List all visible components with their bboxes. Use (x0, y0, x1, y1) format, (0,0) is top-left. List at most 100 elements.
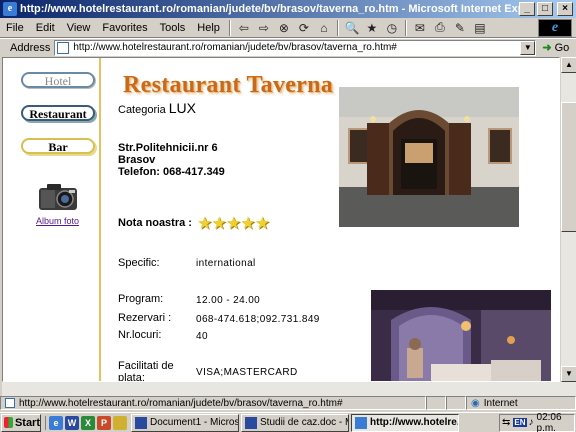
categoria-value: LUX (168, 100, 196, 116)
word-quicklaunch-icon[interactable]: W (65, 415, 79, 430)
menu-favorites[interactable]: Favorites (96, 22, 153, 34)
menu-file[interactable]: File (0, 22, 30, 34)
word-icon (135, 416, 147, 429)
horizontal-scroll-area (2, 382, 576, 396)
system-tray: ⇆ EN ♪ 02:06 p.m. (499, 411, 575, 432)
forward-icon[interactable]: ⇨ (255, 20, 273, 36)
city: Brasov (118, 154, 156, 166)
task-label: Document1 - Microsoft ... (150, 417, 239, 428)
menu-help[interactable]: Help (191, 22, 226, 34)
print-icon[interactable]: ⎙ (431, 20, 449, 36)
specific-label: Specific: (118, 257, 160, 269)
go-button[interactable]: ➜ Go (542, 41, 570, 55)
maximize-button[interactable]: □ (537, 2, 553, 16)
taskbar: Start e W X P Document1 - Microsoft ... … (0, 412, 576, 432)
security-zone: ◉ Internet (466, 396, 576, 410)
vertical-scrollbar[interactable]: ▲ ▼ (560, 57, 576, 382)
restaurant-entrance-photo (339, 87, 519, 227)
window-title: http://www.hotelrestaurant.ro/romanian/j… (20, 3, 519, 15)
program-label: Program: (118, 293, 164, 305)
scroll-thumb[interactable] (561, 102, 576, 232)
address-bar: Address http://www.hotelrestaurant.ro/ro… (0, 38, 576, 56)
powerpoint-quicklaunch-icon[interactable]: P (97, 415, 111, 430)
chevron-down-icon[interactable]: ▼ (520, 40, 536, 55)
ie-icon: e (3, 2, 17, 16)
restaurant-interior-photo (371, 290, 551, 381)
ie-logo-icon: e (538, 19, 572, 37)
stop-icon[interactable]: ⊗ (275, 20, 293, 36)
status-cell (446, 396, 466, 410)
home-icon[interactable]: ⌂ (315, 20, 333, 36)
language-indicator[interactable]: EN (513, 418, 527, 427)
task-browser[interactable]: http://www.hotelre... (351, 413, 459, 432)
close-button[interactable]: × (557, 2, 573, 16)
locuri-value: 40 (196, 331, 208, 342)
start-label: Start (14, 416, 40, 429)
toolbar-separator (404, 19, 407, 36)
quick-launch: e W X P (45, 415, 129, 430)
restaurant-address: Str.Politehnicii.nr 6 Brasov Telefon: 06… (118, 142, 225, 178)
search-icon[interactable]: 🔍 (343, 20, 361, 36)
go-arrow-icon: ➜ (542, 42, 552, 54)
album-foto-link[interactable]: Album foto (36, 216, 79, 226)
nota-label: Nota noastra : (118, 217, 192, 229)
toolbar-separator (228, 19, 231, 36)
facilitati-value: VISA;MASTERCARD (196, 367, 298, 378)
menu-edit[interactable]: Edit (30, 22, 61, 34)
status-page-icon (5, 398, 15, 408)
address-label: Address (10, 41, 51, 54)
refresh-icon[interactable]: ⟳ (295, 20, 313, 36)
clock: 02:06 p.m. (536, 411, 562, 432)
globe-icon: ◉ (471, 397, 480, 409)
back-icon[interactable]: ⇦ (235, 20, 253, 36)
status-text: http://www.hotelrestaurant.ro/romanian/j… (0, 396, 426, 410)
facilitati-label-line1: Facilitati de (118, 360, 174, 372)
ie-icon (355, 416, 367, 429)
word-icon (245, 416, 257, 429)
nav-hotel-button[interactable]: Hotel (21, 72, 95, 88)
start-button[interactable]: Start (1, 413, 41, 432)
scroll-down-icon[interactable]: ▼ (561, 366, 576, 382)
network-icon[interactable]: ⇆ (502, 417, 510, 428)
status-bar: http://www.hotelrestaurant.ro/romanian/j… (0, 396, 576, 410)
page-icon (57, 41, 70, 54)
locuri-label: Nr.locuri: (118, 329, 162, 341)
task-studii[interactable]: Studii de caz.doc - Micr... (241, 413, 349, 432)
restaurant-title: Restaurant Taverna (123, 72, 334, 98)
task-document1[interactable]: Document1 - Microsoft ... (131, 413, 239, 432)
zone-label: Internet (483, 397, 518, 409)
address-input[interactable]: http://www.hotelrestaurant.ro/romanian/j… (54, 39, 537, 56)
nav-divider (99, 58, 101, 381)
volume-icon[interactable]: ♪ (529, 417, 534, 428)
menu-view[interactable]: View (61, 22, 97, 34)
title-bar: e http://www.hotelrestaurant.ro/romanian… (0, 0, 576, 18)
street: Str.Politehnicii.nr 6 (118, 142, 218, 154)
menu-bar: File Edit View Favorites Tools Help ⇦ ⇨ … (0, 18, 576, 38)
phone: Telefon: 068-417.349 (118, 166, 225, 178)
windows-logo-icon (4, 417, 13, 428)
ie-quicklaunch-icon[interactable]: e (49, 415, 63, 430)
facilitati-label-line2: plata: (118, 372, 145, 382)
camera-icon[interactable] (37, 182, 79, 212)
go-label: Go (554, 41, 570, 54)
folder-quicklaunch-icon[interactable] (113, 415, 127, 430)
rezervari-value: 068-474.618;092.731.849 (196, 314, 320, 325)
minimize-button[interactable]: _ (519, 2, 535, 16)
excel-quicklaunch-icon[interactable]: X (81, 415, 95, 430)
discuss-icon[interactable]: ▤ (471, 20, 489, 36)
nav-restaurant-button[interactable]: Restaurant (21, 105, 95, 121)
edit-icon[interactable]: ✎ (451, 20, 469, 36)
star-rating-icon: ★★★★★ (197, 215, 271, 232)
nav-bar-button[interactable]: Bar (21, 138, 95, 154)
favorites-icon[interactable]: ★ (363, 20, 381, 36)
program-value: 12.00 - 24.00 (196, 295, 261, 306)
rating-line: Nota noastra : ★★★★★ (118, 214, 270, 232)
task-label: Studii de caz.doc - Micr... (260, 417, 348, 428)
history-icon[interactable]: ◷ (383, 20, 401, 36)
scroll-up-icon[interactable]: ▲ (561, 57, 576, 73)
menu-tools[interactable]: Tools (154, 22, 192, 34)
status-cell (426, 396, 446, 410)
left-nav: Hotel Restaurant Bar Album foto (3, 58, 99, 381)
mail-icon[interactable]: ✉ (411, 20, 429, 36)
toolbar-separator (336, 19, 339, 36)
